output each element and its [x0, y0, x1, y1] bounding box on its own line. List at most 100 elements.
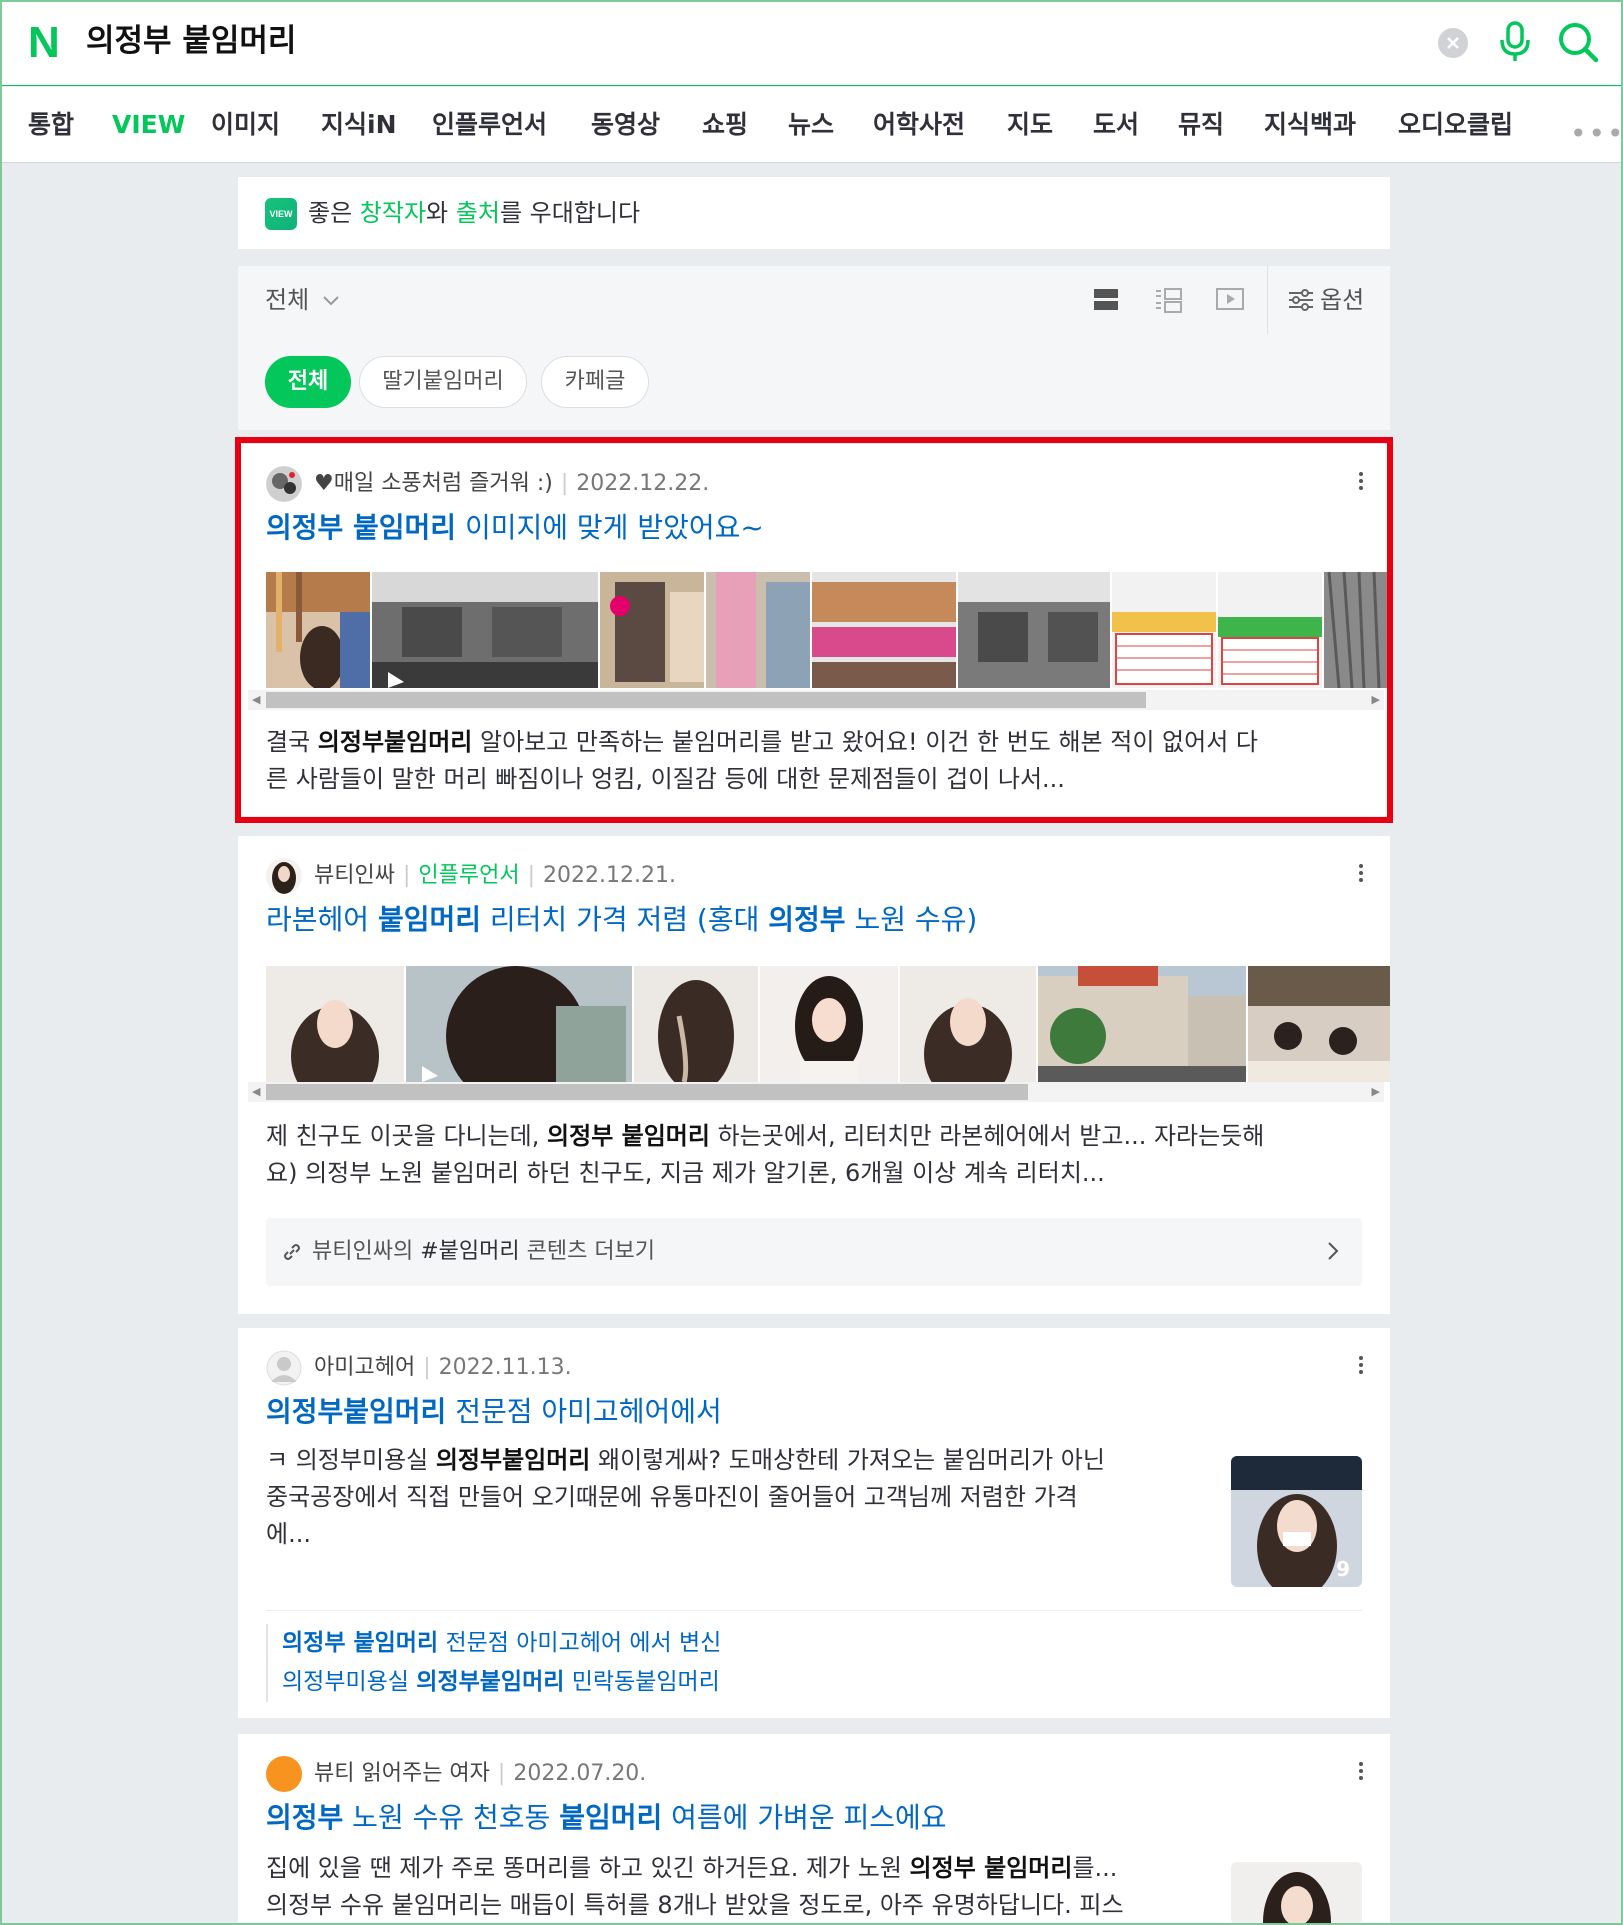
- related-link[interactable]: 의정부미용실 의정부붙임머리 민락동붙임머리: [282, 1663, 721, 1702]
- result-card-4: 뷰티 읽어주는 여자 | 2022.07.20. 의정부 노원 수유 천호동 붙임머…: [238, 1734, 1390, 1925]
- link-icon: [284, 1244, 300, 1260]
- video-thumbnail[interactable]: [406, 966, 632, 1082]
- horizontal-scrollbar[interactable]: ◀ ▶: [248, 1082, 1384, 1102]
- more-content-link[interactable]: 뷰티인싸의 #붙임머리 콘텐츠 더보기: [266, 1218, 1362, 1286]
- more-options-icon[interactable]: [1358, 864, 1364, 885]
- more-options-icon[interactable]: [1358, 472, 1364, 493]
- tab-dictionary[interactable]: 어학사전: [873, 107, 965, 143]
- result-description: ㅋ 의정부미용실 의정부붙임머리 왜이렇게싸? 도매상한테 가져오는 붙임머리가…: [266, 1446, 1105, 1548]
- author-avatar[interactable]: [266, 858, 302, 894]
- tab-influencer[interactable]: 인플루언서: [432, 107, 547, 143]
- thumbnail-image[interactable]: [266, 572, 370, 688]
- author-name[interactable]: 뷰티 읽어주는 여자: [314, 1761, 490, 1786]
- related-links: 의정부 붙임머리 전문점 아미고헤어 에서 변신 의정부미용실 의정부붙임머리 …: [266, 1624, 721, 1702]
- chip-all[interactable]: 전체: [265, 356, 351, 408]
- tab-news[interactable]: 뉴스: [788, 107, 834, 143]
- author-avatar[interactable]: [266, 466, 302, 502]
- filter-bar: 전체 옵션: [238, 266, 1390, 334]
- author-avatar[interactable]: [266, 1756, 302, 1792]
- naver-logo[interactable]: N: [28, 21, 66, 65]
- video-thumbnail[interactable]: [372, 572, 598, 688]
- author-name[interactable]: 아미고헤어: [314, 1355, 415, 1380]
- more-tabs-icon[interactable]: •••: [1570, 117, 1623, 150]
- tab-video[interactable]: 동영상: [591, 107, 660, 143]
- result-card-3: 아미고헤어 | 2022.11.13. 의정부붙임머리 전문점 아미고헤어에서 ㅋ …: [238, 1328, 1390, 1718]
- chip-cafe-posts[interactable]: 카페글: [541, 356, 649, 408]
- banner-text: 좋은 창작자와 출처를 우대합니다: [308, 199, 641, 227]
- result-thumbnail[interactable]: [1231, 1862, 1362, 1925]
- result-description: 결국 의정부붙임머리 알아보고 만족하는 붙임머리를 받고 왔어요! 이건 한 …: [266, 728, 1259, 793]
- video-view-icon[interactable]: [1216, 288, 1244, 312]
- tab-shopping[interactable]: 쇼핑: [702, 107, 748, 143]
- tab-integrated[interactable]: 통합: [28, 107, 74, 143]
- author-name[interactable]: 뷰티인싸: [314, 863, 395, 888]
- thumbnail-image[interactable]: [1038, 966, 1246, 1082]
- thumbnail-image[interactable]: [812, 572, 956, 688]
- result-title[interactable]: 의정부 노원 수유 천호동 붙임머리 여름에 가벼운 피스에요: [266, 1798, 947, 1838]
- result-card-2: 뷰티인싸 | 인플루언서 | 2022.12.21. 라본헤어 붙임머리 리터치 가격 …: [238, 836, 1390, 1314]
- tab-books[interactable]: 도서: [1093, 107, 1139, 143]
- post-date: 2022.07.20.: [513, 1761, 647, 1786]
- more-options-icon[interactable]: [1358, 1762, 1364, 1783]
- list-view-icon[interactable]: [1093, 288, 1119, 312]
- tab-knowledge-in[interactable]: 지식iN: [321, 107, 397, 143]
- thumbnail-image[interactable]: [900, 966, 1036, 1082]
- influencer-badge[interactable]: 인플루언서: [418, 863, 519, 888]
- result-title[interactable]: 라본헤어 붙임머리 리터치 가격 저렴 (홍대 의정부 노원 수유): [266, 900, 977, 940]
- search-icon[interactable]: [1556, 20, 1600, 64]
- tab-audioclip[interactable]: 오디오클립: [1398, 107, 1513, 143]
- chevron-right-icon: [1328, 1242, 1339, 1260]
- horizontal-scrollbar[interactable]: ◀ ▶: [248, 690, 1384, 710]
- result-title[interactable]: 의정부붙임머리 전문점 아미고헤어에서: [266, 1392, 722, 1432]
- search-tabs: 통합 VIEW 이미지 지식iN 인플루언서 동영상 쇼핑 뉴스 어학사전 지도…: [0, 87, 1623, 163]
- more-options-icon[interactable]: [1358, 1356, 1364, 1377]
- related-link[interactable]: 의정부 붙임머리 전문점 아미고헤어 에서 변신: [282, 1624, 721, 1663]
- search-header: N 의정부 붙임머리: [0, 0, 1623, 86]
- scroll-thumb[interactable]: [266, 1084, 1028, 1100]
- tab-view[interactable]: VIEW: [112, 107, 185, 143]
- post-date: 2022.11.13.: [438, 1355, 572, 1380]
- author-line: ♥매일 소풍처럼 즐거워 :) | 2022.12.22.: [314, 471, 710, 496]
- scroll-thumb[interactable]: [266, 692, 1146, 708]
- card-view-icon[interactable]: [1154, 288, 1182, 314]
- result-description: 제 친구도 이곳을 다니는데, 의정부 붙임머리 하는곳에서, 리터치만 라본헤…: [266, 1122, 1265, 1187]
- thumbnail-image[interactable]: [1112, 572, 1216, 688]
- image-strip[interactable]: [266, 966, 1390, 1082]
- thumbnail-image[interactable]: [1248, 966, 1390, 1082]
- author-name[interactable]: ♥매일 소풍처럼 즐거워 :): [314, 471, 553, 496]
- author-line: 뷰티인싸 | 인플루언서 | 2022.12.21.: [314, 863, 676, 888]
- scope-dropdown[interactable]: 전체: [265, 282, 341, 318]
- filter-divider: [1267, 266, 1268, 334]
- thumbnail-image[interactable]: [1218, 572, 1322, 688]
- divider: [266, 1610, 1362, 1611]
- search-query[interactable]: 의정부 붙임머리: [86, 20, 296, 62]
- result-description: 집에 있을 땐 제가 주로 똥머리를 하고 있긴 하거든요. 제가 노원 의정부…: [266, 1854, 1124, 1919]
- thumbnail-image[interactable]: [634, 966, 758, 1082]
- post-date: 2022.12.21.: [543, 863, 676, 888]
- result-title[interactable]: 의정부 붙임머리 이미지에 맞게 받았어요~: [266, 508, 764, 548]
- tab-map[interactable]: 지도: [1007, 107, 1053, 143]
- microphone-icon[interactable]: [1497, 20, 1533, 64]
- tab-encyclopedia[interactable]: 지식백과: [1264, 107, 1356, 143]
- chip-strawberry-extension[interactable]: 딸기붙임머리: [359, 356, 527, 408]
- thumbnail-image[interactable]: [266, 966, 404, 1082]
- thumbnail-image[interactable]: [958, 572, 1110, 688]
- tab-images[interactable]: 이미지: [211, 107, 280, 143]
- chevron-down-icon: [323, 296, 339, 306]
- thumbnail-image[interactable]: [600, 572, 704, 688]
- thumbnail-image[interactable]: [706, 572, 810, 688]
- author-line: 뷰티 읽어주는 여자 | 2022.07.20.: [314, 1761, 647, 1786]
- thumbnail-image[interactable]: [760, 966, 898, 1082]
- thumbnail-image[interactable]: [1324, 572, 1390, 688]
- options-button[interactable]: 옵션: [1288, 282, 1364, 318]
- clear-icon[interactable]: [1438, 28, 1468, 58]
- sliders-icon: [1289, 289, 1313, 311]
- image-strip[interactable]: [266, 572, 1390, 688]
- author-avatar[interactable]: [266, 1350, 302, 1386]
- author-line: 아미고헤어 | 2022.11.13.: [314, 1355, 572, 1380]
- result-card-1: ♥매일 소풍처럼 즐거워 :) | 2022.12.22. 의정부 붙임머리 이미지…: [238, 444, 1390, 816]
- image-count: 9: [1336, 1557, 1350, 1581]
- view-badge-icon: VIEW: [265, 198, 297, 230]
- result-thumbnail[interactable]: 9: [1231, 1456, 1362, 1587]
- tab-music[interactable]: 뮤직: [1178, 107, 1224, 143]
